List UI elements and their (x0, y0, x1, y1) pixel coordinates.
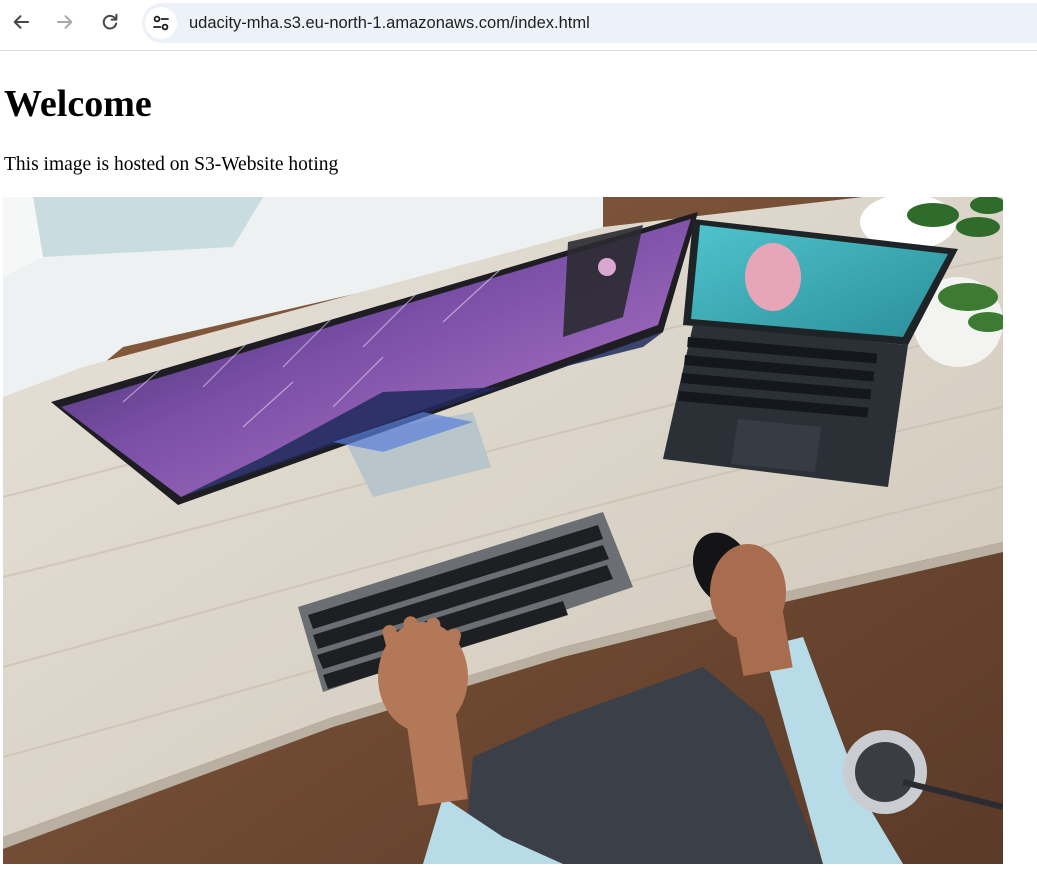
tune-icon (153, 15, 169, 31)
url-text[interactable]: udacity-mha.s3.eu-north-1.amazonaws.com/… (189, 3, 590, 43)
browser-toolbar: udacity-mha.s3.eu-north-1.amazonaws.com/… (0, 0, 1037, 51)
address-bar[interactable]: udacity-mha.s3.eu-north-1.amazonaws.com/… (142, 3, 1037, 43)
page-title: Welcome (4, 83, 152, 125)
reload-button[interactable] (93, 5, 127, 39)
arrow-left-icon (13, 15, 29, 29)
reload-icon (102, 13, 118, 30)
site-info-button[interactable] (145, 7, 177, 39)
page-text: This image is hosted on S3-Website hotin… (4, 154, 339, 175)
back-button[interactable] (4, 5, 38, 39)
arrow-right-icon (57, 15, 73, 29)
forward-button[interactable] (48, 5, 82, 39)
workspace-photo (3, 197, 1003, 864)
